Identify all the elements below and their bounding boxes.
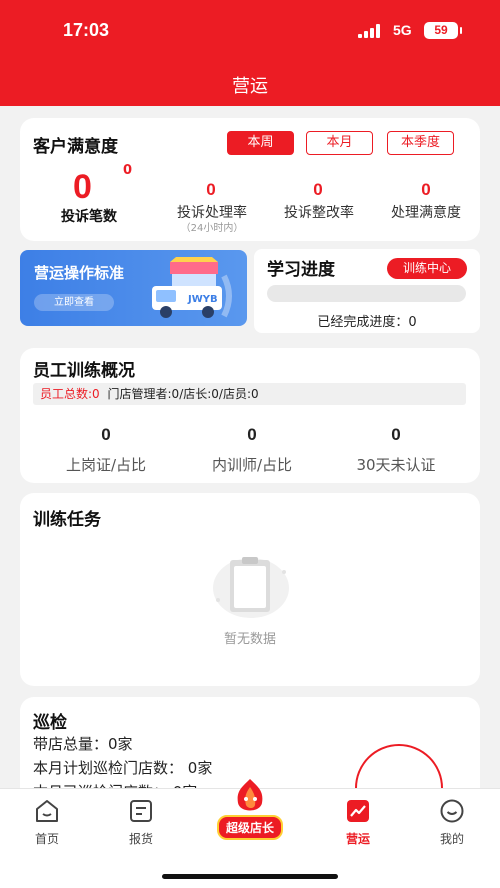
inspection-title: 巡检 bbox=[33, 713, 67, 733]
staff-summary-bar: 员工总数:0 门店管理者:0/店长:0/店员:0 bbox=[33, 383, 466, 405]
staff-total: 员工总数:0 bbox=[40, 387, 100, 401]
study-progress-title: 学习进度 bbox=[267, 260, 335, 280]
svg-text:JWYB: JWYB bbox=[187, 294, 218, 305]
complaint-count-label: 投诉笔数 bbox=[61, 209, 117, 225]
tab-home[interactable]: 首页 bbox=[17, 794, 77, 847]
battery-icon: 59 bbox=[424, 22, 462, 39]
study-progress-text: 已经完成进度：0 bbox=[317, 315, 417, 330]
license-ratio-value: 0 bbox=[101, 425, 111, 444]
signal-icon bbox=[358, 24, 384, 38]
smiley-icon bbox=[440, 799, 464, 823]
view-now-button[interactable]: 立即查看 bbox=[34, 294, 114, 311]
tab-operations[interactable]: 营运 bbox=[328, 794, 388, 847]
status-bar: 17:03 5G 59 bbox=[0, 0, 500, 60]
tab-mine-label: 我的 bbox=[439, 832, 464, 846]
study-progress-bar bbox=[267, 285, 466, 302]
tab-super-manager[interactable]: 超级店长 bbox=[210, 777, 290, 840]
period-this-quarter-button[interactable]: 本季度 bbox=[387, 131, 454, 155]
handling-satisfaction-value: 0 bbox=[421, 180, 431, 199]
tab-operations-label: 营运 bbox=[345, 832, 370, 846]
period-this-month-button[interactable]: 本月 bbox=[306, 131, 373, 155]
network-type: 5G bbox=[393, 22, 412, 38]
page-title: 营运 bbox=[232, 76, 268, 97]
training-center-button[interactable]: 训练中心 bbox=[387, 258, 467, 279]
tab-mine[interactable]: 我的 bbox=[422, 794, 482, 847]
status-time: 17:03 bbox=[63, 20, 110, 40]
rectification-rate-label: 投诉整改率 bbox=[284, 205, 354, 221]
satisfaction-title: 客户满意度 bbox=[33, 137, 118, 157]
handling-rate-value: 0 bbox=[206, 180, 216, 199]
app-header: 17:03 5G 59 营运 bbox=[0, 0, 500, 106]
home-icon bbox=[36, 800, 58, 822]
training-overview-title: 员工训练概况 bbox=[33, 361, 135, 381]
rectification-rate-value: 0 bbox=[313, 180, 323, 199]
uncertified-30d-label: 30天未认证 bbox=[356, 456, 436, 474]
training-tasks-title: 训练任务 bbox=[33, 510, 101, 530]
uncertified-30d-value: 0 bbox=[391, 425, 401, 444]
tab-super-manager-label: 超级店长 bbox=[216, 815, 283, 840]
complaint-count-value: 0 bbox=[73, 168, 92, 206]
total-stores-text: 带店总量：0家 bbox=[33, 735, 133, 753]
trainer-ratio-value: 0 bbox=[247, 425, 257, 444]
complaint-count-superscript: 0 bbox=[123, 163, 133, 178]
trainer-ratio-label: 内训师/占比 bbox=[211, 456, 293, 474]
empty-data-text: 暂无数据 bbox=[223, 632, 276, 647]
order-icon bbox=[130, 800, 152, 822]
bottom-tab-bar: 首页 报货 超级店长 营运 我的 bbox=[0, 779, 500, 888]
tab-home-label: 首页 bbox=[34, 832, 59, 846]
store-truck-illustration: JWYB bbox=[152, 257, 232, 318]
home-indicator bbox=[162, 874, 338, 879]
tab-order[interactable]: 报货 bbox=[111, 794, 171, 847]
banner-title: 营运操作标准 bbox=[34, 264, 125, 282]
empty-clipboard-icon bbox=[213, 557, 289, 618]
license-ratio-label: 上岗证/占比 bbox=[65, 456, 147, 474]
handling-satisfaction-label: 处理满意度 bbox=[391, 205, 461, 221]
operation-standard-banner[interactable]: 营运操作标准 立即查看 JWYB bbox=[20, 250, 247, 326]
trend-icon bbox=[347, 800, 369, 822]
mascot-icon bbox=[237, 779, 263, 811]
staff-breakdown: 门店管理者:0/店长:0/店员:0 bbox=[107, 387, 259, 401]
period-this-week-button[interactable]: 本周 bbox=[227, 131, 294, 155]
handling-rate-note: （24小时内） bbox=[180, 223, 244, 234]
tab-order-label: 报货 bbox=[128, 832, 153, 846]
planned-inspections-text: 本月计划巡检门店数： 0家 bbox=[33, 759, 213, 777]
